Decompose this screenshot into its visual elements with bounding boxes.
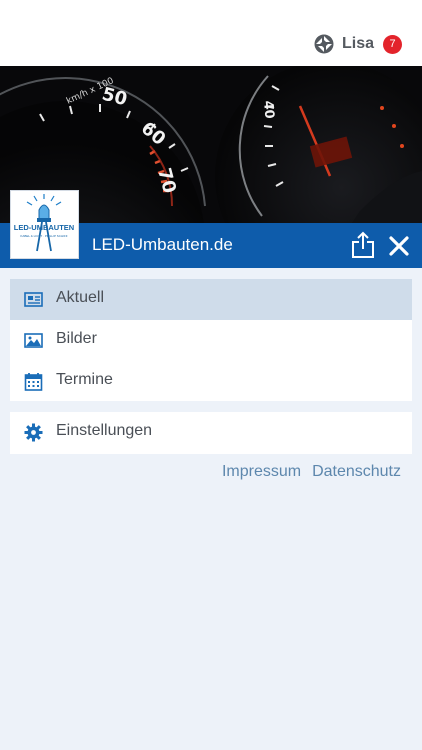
app-title: LED-Umbauten.de bbox=[92, 235, 233, 254]
notification-badge[interactable]: 7 bbox=[383, 34, 402, 54]
menu-item-label: Bilder bbox=[56, 330, 97, 347]
menu-item-termine[interactable]: Termine bbox=[10, 361, 412, 402]
menu-item-label: Termine bbox=[56, 371, 113, 388]
main-menu: Aktuell Bilder Termine bbox=[10, 279, 412, 401]
news-icon bbox=[24, 292, 43, 307]
logo-subtext: KABEL & LICHT · PHILLIP SCHIFF bbox=[20, 234, 67, 238]
user-menu[interactable]: Lisa 7 bbox=[314, 33, 402, 55]
led-bulb-logo-icon: LED-UMBAUTEN KABEL & LICHT · PHILLIP SCH… bbox=[14, 194, 74, 252]
app-logo: LED-UMBAUTEN KABEL & LICHT · PHILLIP SCH… bbox=[10, 190, 79, 259]
impressum-link[interactable]: Impressum bbox=[222, 463, 301, 481]
datenschutz-link[interactable]: Datenschutz bbox=[312, 463, 401, 481]
menu-item-aktuell[interactable]: Aktuell bbox=[10, 279, 412, 320]
gauge-label-40: 40 bbox=[260, 100, 277, 119]
close-icon[interactable] bbox=[388, 235, 410, 257]
top-bar: Lisa 7 bbox=[0, 0, 422, 66]
menu-item-einstellungen[interactable]: Einstellungen bbox=[10, 412, 412, 453]
image-icon bbox=[24, 333, 43, 348]
share-icon[interactable] bbox=[350, 231, 376, 259]
user-name[interactable]: Lisa bbox=[342, 35, 374, 53]
footer-links: Impressum Datenschutz bbox=[222, 463, 401, 481]
settings-menu: Einstellungen bbox=[10, 412, 412, 454]
ultra-app-icon bbox=[314, 34, 334, 54]
menu-item-label: Einstellungen bbox=[56, 422, 153, 439]
calendar-icon bbox=[24, 373, 43, 391]
gear-icon bbox=[24, 423, 43, 442]
menu-item-label: Aktuell bbox=[56, 289, 105, 306]
menu-item-bilder[interactable]: Bilder bbox=[10, 320, 412, 361]
logo-text: LED-UMBAUTEN bbox=[14, 223, 74, 232]
